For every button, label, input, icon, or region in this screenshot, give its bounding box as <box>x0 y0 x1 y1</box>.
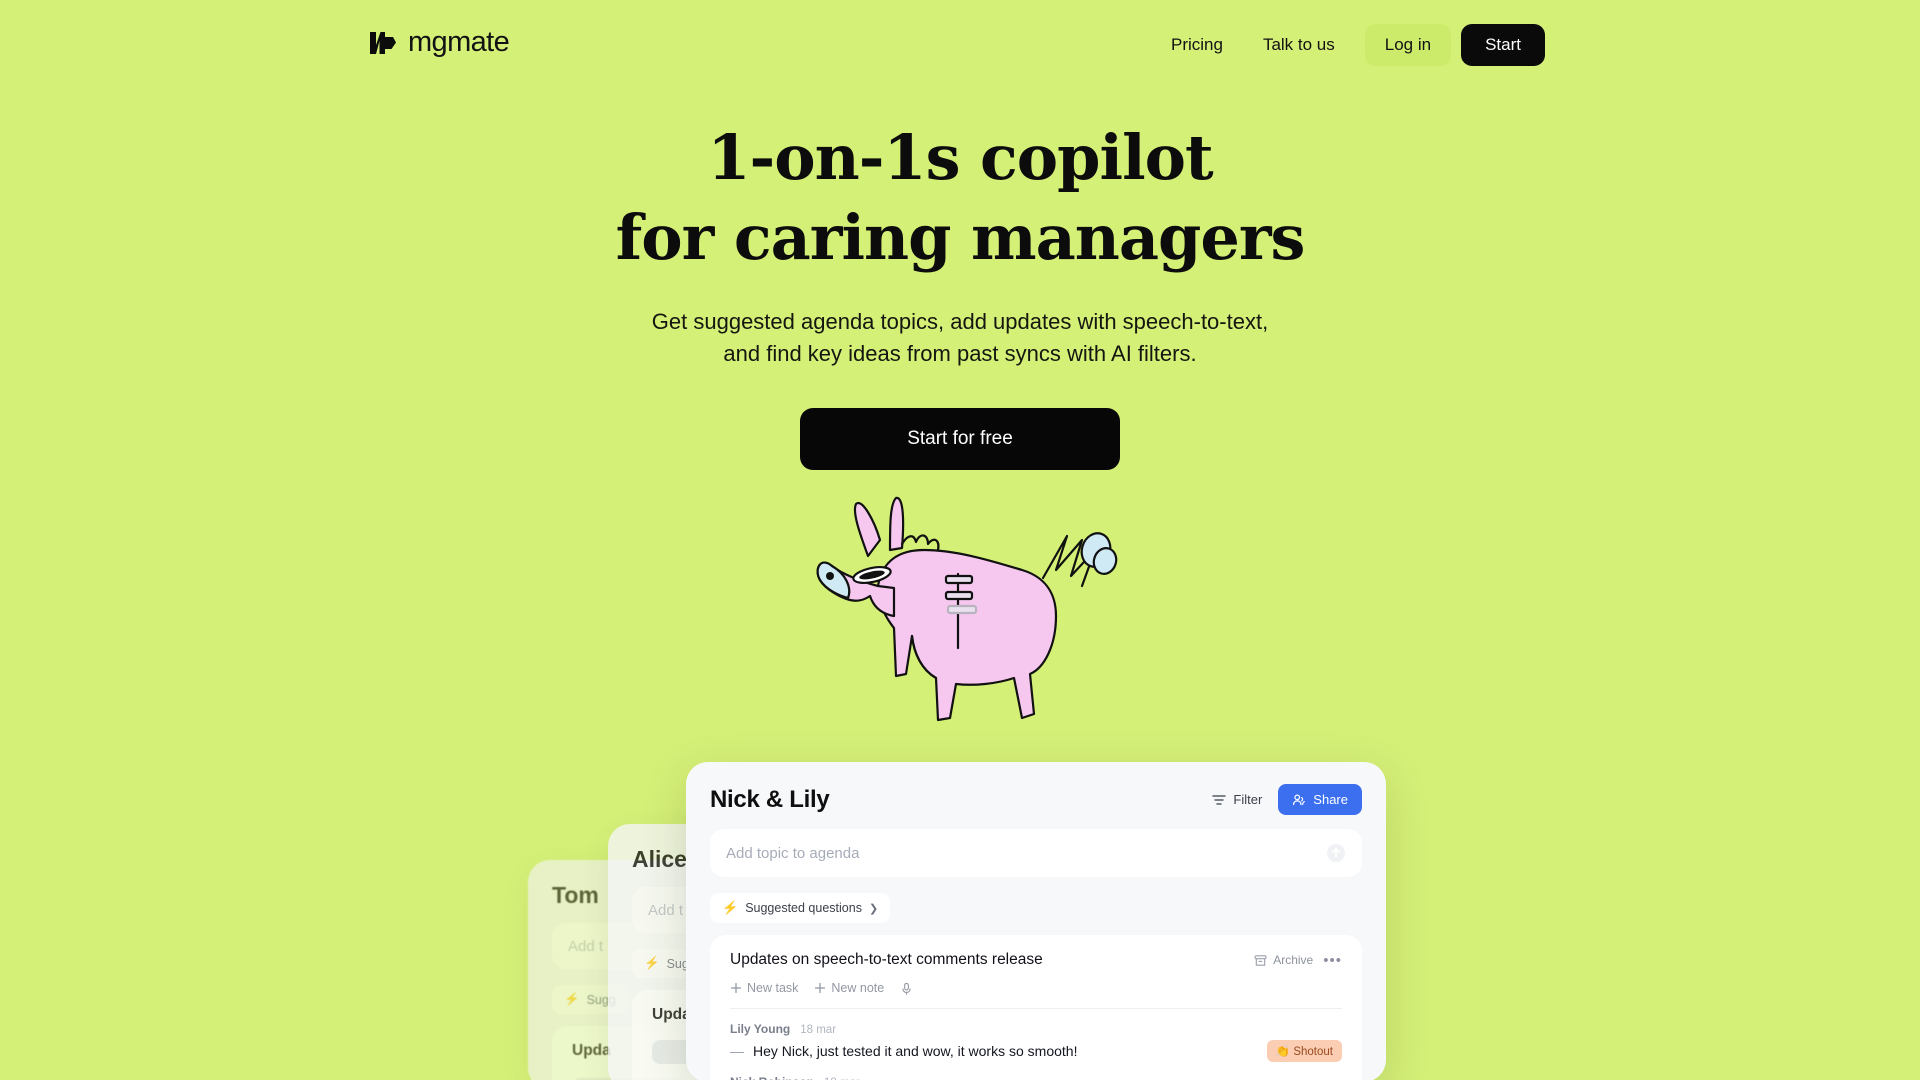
start-for-free-button[interactable]: Start for free <box>800 408 1120 470</box>
voice-record-button[interactable] <box>900 982 913 995</box>
bolt-icon: ⚡ <box>564 992 580 1006</box>
hero-subtitle: Get suggested agenda topics, add updates… <box>0 306 1920 370</box>
subtitle-line-2: and find key ideas from past syncs with … <box>723 341 1197 366</box>
comment-meta: Nick Robinson 18 mar <box>730 1075 1342 1080</box>
plus-icon <box>730 982 742 994</box>
dash-marker-icon: — <box>730 1043 744 1059</box>
comment-row[interactable]: — Hey Nick, just tested it and wow, it w… <box>730 1040 1342 1062</box>
comment-body: — Hey Nick, just tested it and wow, it w… <box>730 1043 1077 1059</box>
archive-button[interactable]: Archive <box>1254 953 1313 967</box>
start-button[interactable]: Start <box>1461 24 1545 66</box>
agenda-placeholder-tom: Add t <box>568 937 604 955</box>
app-preview-stack: Tom Add t ⚡ Sugg Upda Alice Add t ⚡ Sugg <box>0 756 1920 1080</box>
brand-logo[interactable]: mgmate <box>369 26 510 59</box>
topic-actions: New task New note <box>730 981 1342 1009</box>
new-note-button[interactable]: New note <box>814 981 884 995</box>
comment-text: Hey Nick, just tested it and wow, it wor… <box>753 1043 1078 1059</box>
comment-item: Lily Young 18 mar — Hey Nick, just teste… <box>730 1009 1342 1062</box>
nav-actions: Pricing Talk to us Log in Start <box>1153 24 1545 66</box>
share-button[interactable]: Share <box>1278 784 1362 815</box>
bolt-icon: ⚡ <box>644 956 660 970</box>
new-task-button[interactable]: New task <box>730 981 798 995</box>
suggested-questions-chip[interactable]: ⚡ Suggested questions ❯ <box>710 893 891 923</box>
top-navigation: mgmate Pricing Talk to us Log in Start <box>0 0 1920 88</box>
filter-label: Filter <box>1233 792 1263 807</box>
comment-item: Nick Robinson 18 mar <box>730 1062 1342 1080</box>
donkey-icon <box>816 496 1118 722</box>
comment-author: Lily Young <box>730 1022 791 1036</box>
topic-header: Updates on speech-to-text comments relea… <box>730 951 1342 969</box>
heading-line-2: for caring managers <box>615 201 1306 274</box>
agenda-input-wrapper[interactable] <box>710 829 1362 877</box>
microphone-icon <box>902 982 911 995</box>
agenda-input[interactable] <box>726 844 1326 862</box>
login-button[interactable]: Log in <box>1364 24 1452 66</box>
more-options-icon[interactable]: ••• <box>1323 952 1342 969</box>
nav-link-pricing[interactable]: Pricing <box>1153 24 1241 66</box>
page-title: 1-on-1s copilot for caring managers <box>0 118 1920 278</box>
topic-card: Updates on speech-to-text comments relea… <box>710 935 1362 1080</box>
archive-label: Archive <box>1273 953 1314 967</box>
comment-meta: Lily Young 18 mar <box>730 1022 1342 1036</box>
brand-name: mgmate <box>408 26 510 58</box>
preview-card-nick-lily[interactable]: Nick & Lily Filter Share Add topic to ag… <box>686 762 1386 1080</box>
topic-header-actions: Archive ••• <box>1254 952 1342 969</box>
mgmate-logo-icon <box>370 31 396 54</box>
people-icon <box>1293 793 1306 805</box>
filter-button[interactable]: Filter <box>1212 792 1262 807</box>
nav-link-talk-to-us[interactable]: Talk to us <box>1245 24 1353 66</box>
new-note-label: New note <box>831 981 885 995</box>
send-arrow-icon[interactable] <box>1326 843 1346 863</box>
archive-icon <box>1254 954 1267 966</box>
comment-author: Nick Robinson <box>730 1075 814 1080</box>
new-task-label: New task <box>747 981 799 995</box>
chevron-right-icon: ❯ <box>868 902 879 915</box>
comment-date: 18 mar <box>800 1024 837 1036</box>
filter-icon <box>1212 794 1227 805</box>
card-header: Nick & Lily Filter Share <box>710 784 1362 815</box>
bolt-icon: ⚡ <box>722 900 739 915</box>
status-badge: 👏 Shotout <box>1266 1040 1342 1062</box>
agenda-placeholder-alice: Add t <box>648 901 684 919</box>
plus-icon <box>815 982 826 994</box>
subtitle-line-1: Get suggested agenda topics, add updates… <box>651 309 1269 334</box>
suggested-questions-label: Suggested questions <box>745 901 862 915</box>
hero-section: 1-on-1s copilot for caring managers Get … <box>0 118 1920 470</box>
topic-title: Updates on speech-to-text comments relea… <box>730 951 1043 968</box>
card-title-nick-lily: Nick & Lily <box>710 785 830 813</box>
share-label: Share <box>1313 792 1348 807</box>
card-header-actions: Filter Share <box>1212 784 1362 815</box>
donkey-illustration <box>790 478 1130 728</box>
heading-line-1: 1-on-1s copilot <box>707 121 1213 194</box>
